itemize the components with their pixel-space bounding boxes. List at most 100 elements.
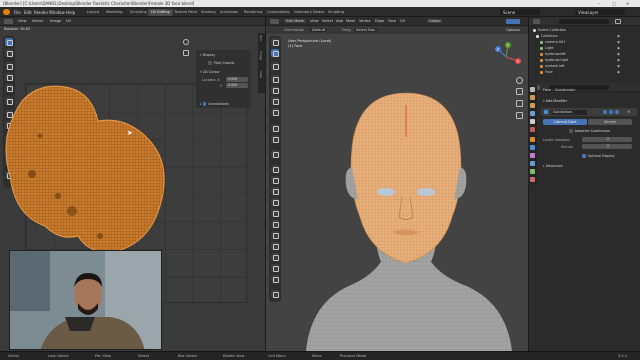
tab-geometry-nodes[interactable]: Geometry Nodes xyxy=(291,9,327,16)
uv-header-image[interactable]: Image xyxy=(50,19,61,23)
right-panels: Scene Collection Collection ◉ camera.001 ◉ L… xyxy=(528,17,640,351)
pixel-coords-label: Pixel Coords xyxy=(213,61,235,65)
prop-tab-material-icon[interactable] xyxy=(530,177,535,182)
zoom-icon[interactable] xyxy=(183,39,189,45)
advanced-section[interactable]: ▸ Advanced xyxy=(543,164,563,168)
visibility-eye-icon[interactable]: ◉ xyxy=(617,64,620,68)
tab-animation[interactable]: Animation xyxy=(217,9,241,16)
edit-mode-toggle-icon[interactable] xyxy=(603,110,607,114)
status-pan-view: Pan View xyxy=(95,354,112,358)
tab-modeling[interactable]: Modeling xyxy=(103,9,125,16)
add-modifier-label: Add Modifier xyxy=(545,99,568,103)
visibility-eye-icon[interactable]: ◉ xyxy=(617,58,620,62)
cursor-section[interactable]: ▾ 2D Cursor xyxy=(200,70,220,74)
outliner-item[interactable]: eyebrow.left ◉ xyxy=(540,52,620,57)
maximize-button[interactable]: □ xyxy=(612,1,616,6)
tab-sculpting[interactable]: Sculpting xyxy=(127,9,150,16)
visibility-eye-icon[interactable]: ◉ xyxy=(617,70,620,74)
uv-header-view[interactable]: View xyxy=(18,19,27,23)
uv-header-select[interactable]: Select xyxy=(32,19,43,23)
menu-file[interactable]: File xyxy=(14,10,21,15)
render-toggle-icon[interactable] xyxy=(615,110,619,114)
prop-tab-object-icon[interactable] xyxy=(530,137,535,142)
pixel-coords-checkbox[interactable] xyxy=(208,61,212,65)
body-torso xyxy=(306,257,512,351)
sidebar-tab-image[interactable]: Image xyxy=(259,51,263,60)
viewport-toggle-icon[interactable] xyxy=(609,110,613,114)
location-x-field[interactable]: 0.000 xyxy=(226,77,248,82)
visibility-eye-icon[interactable]: ◉ xyxy=(617,46,620,50)
scene-selector[interactable]: Scene xyxy=(500,9,540,15)
tab-compositing[interactable]: Compositing xyxy=(264,9,293,16)
display-section[interactable]: ▾ Display xyxy=(200,53,215,57)
visibility-eye-icon[interactable]: ◉ xyxy=(617,52,620,56)
location-x-label: Location X xyxy=(202,78,220,82)
adaptive-subdivision-toggle[interactable]: Adaptive Subdivision xyxy=(569,129,610,133)
3d-viewport[interactable]: Edit Mode View Select Add Mesh Vertex Ed… xyxy=(266,17,528,351)
tab-texture-paint[interactable]: Texture Paint xyxy=(171,9,200,16)
visibility-eye-icon[interactable]: ◉ xyxy=(617,40,620,44)
levels-viewport-field[interactable]: 2 xyxy=(582,137,632,142)
simple-button[interactable]: Simple xyxy=(588,119,632,125)
outliner-root[interactable]: Scene Collection xyxy=(533,28,566,33)
tab-rendering[interactable]: Rendering xyxy=(241,9,265,16)
prop-tab-tool-icon[interactable] xyxy=(530,87,535,92)
pixel-coords-toggle[interactable]: Pixel Coords xyxy=(208,61,234,65)
outliner-item[interactable]: Light ◉ xyxy=(540,46,620,51)
annotations-section[interactable]: ▸ Annotations xyxy=(200,102,229,106)
menu-window[interactable]: Window xyxy=(49,10,65,15)
optimal-display-toggle[interactable]: Optimal Display xyxy=(582,154,615,158)
cursor-tool-icon[interactable] xyxy=(5,49,13,57)
view-layer-label: ViewLayer xyxy=(578,10,599,15)
outliner-item[interactable]: Face ◉ xyxy=(540,70,620,75)
optimal-display-checkbox[interactable] xyxy=(582,154,586,158)
menu-help[interactable]: Help xyxy=(66,10,75,15)
uv-header-uv[interactable]: UV xyxy=(66,19,71,23)
head-mesh[interactable] xyxy=(266,17,528,351)
prop-tab-render-icon[interactable] xyxy=(530,95,535,100)
window-titlebar: [Blender] [C:\Users\DANIEL\Desktop\Blend… xyxy=(0,0,640,7)
close-button[interactable]: ✕ xyxy=(626,1,629,6)
tab-uv-editing[interactable]: UV Editing xyxy=(148,9,173,16)
sidebar-tab-tool[interactable]: Tool xyxy=(259,35,263,41)
outliner-item[interactable]: Collection ◉ xyxy=(536,34,620,39)
modifier-close-icon[interactable]: × xyxy=(627,109,630,114)
prop-tab-world-icon[interactable] xyxy=(530,127,535,132)
pan-icon[interactable] xyxy=(183,50,189,56)
prop-tab-data-icon[interactable] xyxy=(530,169,535,174)
prop-tab-output-icon[interactable] xyxy=(530,103,535,108)
tab-scripting[interactable]: Scripting xyxy=(325,9,347,16)
location-y-field[interactable]: 0.000 xyxy=(226,83,248,88)
status-select: Select xyxy=(8,354,20,358)
catmull-clark-button[interactable]: Catmull-Clark xyxy=(543,119,587,125)
menu-render[interactable]: Render xyxy=(34,10,48,15)
outliner-item[interactable]: eyebrow.right ◉ xyxy=(540,58,620,63)
outliner-editor-type-icon[interactable] xyxy=(533,19,540,24)
visibility-eye-icon[interactable]: ◉ xyxy=(617,34,620,38)
view-layer-selector[interactable]: ViewLayer xyxy=(575,9,625,15)
prop-tab-scene-icon[interactable] xyxy=(530,119,535,124)
editor-type-icon[interactable] xyxy=(4,19,13,24)
outliner-search-input[interactable] xyxy=(559,19,609,24)
tab-layout[interactable]: Layout xyxy=(84,9,102,16)
prop-tab-physics-icon[interactable] xyxy=(530,161,535,166)
blender-logo-icon[interactable] xyxy=(3,9,10,15)
outliner-item[interactable]: camera.001 ◉ xyxy=(540,40,620,45)
render-levels-field[interactable]: 2 xyxy=(582,144,632,149)
tab-shading[interactable]: Shading xyxy=(198,9,219,16)
modifier-name-field[interactable]: Subdivision xyxy=(551,109,587,115)
minimize-button[interactable]: – xyxy=(598,1,600,6)
add-modifier-button[interactable]: ▾ Add Modifier xyxy=(543,99,567,103)
prop-tab-modifiers-icon[interactable] xyxy=(530,145,535,150)
prop-tab-view-layer-icon[interactable] xyxy=(530,111,535,116)
modifier-header[interactable]: Subdivision × xyxy=(541,108,637,116)
prop-tab-particles-icon[interactable] xyxy=(530,153,535,158)
adaptive-checkbox[interactable] xyxy=(569,129,573,133)
presenter-webcam xyxy=(9,250,162,350)
sidebar-tab-view[interactable]: View xyxy=(259,71,263,78)
outliner-item[interactable]: eyelash.left ◉ xyxy=(540,64,620,69)
annotations-checkbox[interactable] xyxy=(202,102,207,106)
menu-edit[interactable]: Edit xyxy=(24,10,32,15)
tweak-tool-icon[interactable] xyxy=(5,38,13,46)
filter-icon[interactable] xyxy=(615,19,621,24)
